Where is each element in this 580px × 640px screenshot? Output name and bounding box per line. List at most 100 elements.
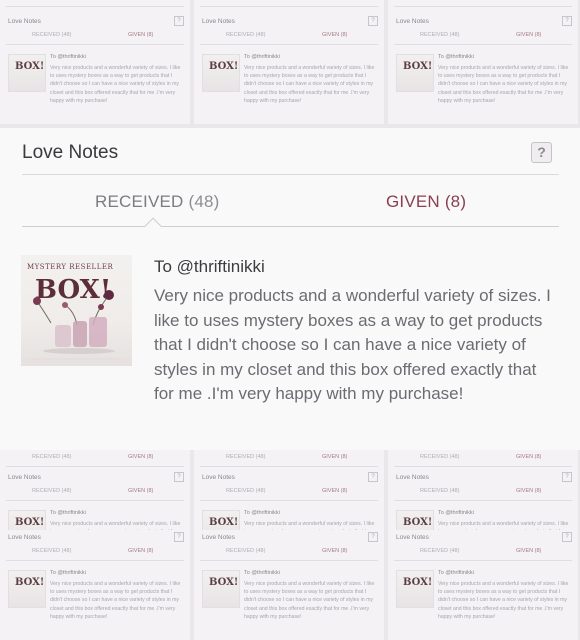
thumb-recipient: To @thriftinikki xyxy=(50,54,86,60)
background-thumbnail: Love Notes? RECEIVED (48) GIVEN (8) BOX! To … xyxy=(0,530,190,640)
flower-vases-illustration-icon xyxy=(31,290,121,360)
background-thumbnail: Love Notes? RECEIVED (48) GIVEN (8) BOX! To … xyxy=(0,14,190,124)
thumb-recipient: To @thriftinikki xyxy=(244,54,280,60)
thumb-tab-received: RECEIVED (48) xyxy=(420,0,459,2)
thumb-tab-received: RECEIVED (48) xyxy=(420,488,460,494)
thumb-divider xyxy=(394,500,572,501)
thumb-title: Love Notes xyxy=(396,474,429,481)
thumb-tab-received: RECEIVED (48) xyxy=(420,454,460,460)
thumb-tab-given: GIVEN (8) xyxy=(516,0,541,2)
thumb-tab-received: RECEIVED (48) xyxy=(32,454,72,460)
thumb-divider xyxy=(200,6,378,7)
thumb-help-icon: ? xyxy=(368,16,378,26)
thumb-tab-given: GIVEN (8) xyxy=(128,32,154,38)
thumb-title: Love Notes xyxy=(396,534,429,541)
thumb-title: Love Notes xyxy=(202,474,235,481)
thumb-tab-received: RECEIVED (48) xyxy=(226,548,266,554)
thumb-divider xyxy=(6,6,184,7)
thumb-help-icon: ? xyxy=(368,532,378,542)
help-button[interactable]: ? xyxy=(531,142,552,163)
thumb-product-image: BOX! xyxy=(8,54,46,92)
thumb-divider xyxy=(6,44,184,45)
tabs-divider xyxy=(22,226,559,227)
thumb-help-icon: ? xyxy=(562,16,572,26)
thumb-recipient: To @thriftinikki xyxy=(244,570,280,576)
thumb-product-image: BOX! xyxy=(202,54,240,92)
thumb-title: Love Notes xyxy=(8,18,41,25)
thumb-recipient: To @thriftinikki xyxy=(244,510,280,516)
thumb-tab-given: GIVEN (8) xyxy=(322,548,348,554)
thumb-tab-received: RECEIVED (48) xyxy=(226,32,266,38)
background-thumbnail: Love Notes? RECEIVED (48) GIVEN (8) BOX! To … xyxy=(388,14,578,124)
thumb-tab-given: GIVEN (8) xyxy=(516,488,542,494)
thumb-title: Love Notes xyxy=(202,18,235,25)
thumb-recipient: To @thriftinikki xyxy=(50,510,86,516)
thumb-recipient: To @thriftinikki xyxy=(438,570,474,576)
background-thumbnail: Love Notes? RECEIVED (48) GIVEN (8) BOX! To … xyxy=(194,14,384,124)
background-thumbnail: Love Notes? RECEIVED (48) GIVEN (8) BOX! To … xyxy=(194,530,384,640)
thumb-tab-given: GIVEN (8) xyxy=(516,548,542,554)
thumb-divider xyxy=(200,560,378,561)
note-body: Very nice products and a wonderful varie… xyxy=(154,286,551,404)
thumb-tab-received: RECEIVED (48) xyxy=(32,488,72,494)
thumb-tab-received: RECEIVED (48) xyxy=(32,0,71,2)
thumb-product-image: BOX! xyxy=(202,570,240,608)
question-mark-icon: ? xyxy=(537,144,546,160)
thumb-help-icon: ? xyxy=(562,532,572,542)
thumb-divider xyxy=(6,500,184,501)
thumb-tab-received: RECEIVED (48) xyxy=(226,0,265,2)
thumb-divider xyxy=(394,44,572,45)
thumb-tab-given: GIVEN (8) xyxy=(322,32,348,38)
thumb-title: Love Notes xyxy=(202,534,235,541)
thumb-tab-given: GIVEN (8) xyxy=(128,454,154,460)
thumb-body: Very nice products and a wonderful varie… xyxy=(50,581,181,620)
thumb-tab-given: GIVEN (8) xyxy=(128,488,154,494)
note-recipient: To @thriftinikki xyxy=(154,257,265,276)
tab-received-count: (48) xyxy=(188,192,220,211)
thumb-help-icon: ? xyxy=(174,16,184,26)
thumb-tab-given: GIVEN (8) xyxy=(322,0,347,2)
thumb-body: Very nice products and a wonderful varie… xyxy=(50,65,181,104)
thumb-title: Love Notes xyxy=(396,18,429,25)
thumb-product-image: BOX! xyxy=(396,54,434,92)
thumb-tab-given: GIVEN (8) xyxy=(322,454,348,460)
product-image[interactable]: MYSTERY RESELLER BOX! xyxy=(21,255,132,366)
love-notes-card: Love Notes ? RECEIVED (48) GIVEN (8) MYS… xyxy=(0,128,580,450)
thumb-tab-given: GIVEN (8) xyxy=(516,32,542,38)
thumb-tab-received: RECEIVED (48) xyxy=(226,488,266,494)
thumb-body: Very nice products and a wonderful varie… xyxy=(244,581,375,620)
thumb-tab-received: RECEIVED (48) xyxy=(32,548,72,554)
thumb-divider xyxy=(6,466,184,467)
tab-received[interactable]: RECEIVED (48) xyxy=(95,192,220,212)
thumb-body: Very nice products and a wonderful varie… xyxy=(438,65,569,104)
thumb-tab-received: RECEIVED (48) xyxy=(420,32,460,38)
active-tab-caret-icon xyxy=(144,217,162,235)
thumb-body: Very nice products and a wonderful varie… xyxy=(438,581,569,620)
thumb-help-icon: ? xyxy=(174,532,184,542)
thumb-tab-given: GIVEN (8) xyxy=(516,454,542,460)
thumb-body: Very nice products and a wonderful varie… xyxy=(244,65,375,104)
thumb-divider xyxy=(200,466,378,467)
thumb-divider xyxy=(394,560,572,561)
header-divider xyxy=(22,174,559,175)
thumb-divider xyxy=(6,560,184,561)
thumb-recipient: To @thriftinikki xyxy=(438,510,474,516)
thumb-divider xyxy=(394,466,572,467)
thumb-divider xyxy=(200,44,378,45)
background-thumbnail: Love Notes? RECEIVED (48) GIVEN (8) BOX! To … xyxy=(388,530,578,640)
thumb-title: Love Notes xyxy=(8,534,41,541)
thumb-tab-given: GIVEN (8) xyxy=(128,548,154,554)
thumb-tab-received: RECEIVED (48) xyxy=(226,454,266,460)
thumb-divider xyxy=(394,6,572,7)
thumb-product-image: BOX! xyxy=(396,570,434,608)
thumb-tab-given: GIVEN (8) xyxy=(322,488,348,494)
thumb-title: Love Notes xyxy=(8,474,41,481)
tab-given[interactable]: GIVEN (8) xyxy=(386,192,466,212)
thumb-divider xyxy=(200,500,378,501)
thumb-tab-received: RECEIVED (48) xyxy=(32,32,72,38)
thumb-recipient: To @thriftinikki xyxy=(50,570,86,576)
thumb-help-icon: ? xyxy=(562,472,572,482)
thumb-help-icon: ? xyxy=(368,472,378,482)
thumb-tab-given: GIVEN (8) xyxy=(128,0,153,2)
thumb-recipient: To @thriftinikki xyxy=(438,54,474,60)
